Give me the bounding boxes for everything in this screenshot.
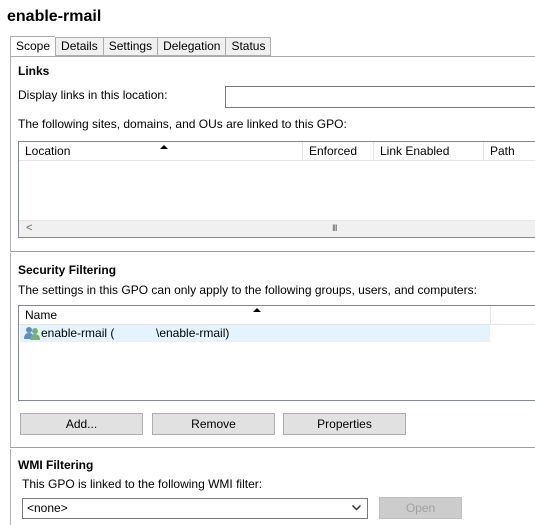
tab-settings[interactable]: Settings xyxy=(102,37,158,56)
column-path[interactable]: Path xyxy=(484,142,535,161)
wmi-filter-select[interactable]: <none> xyxy=(22,498,368,519)
tab-delegation[interactable]: Delegation xyxy=(157,37,226,56)
open-button[interactable]: Open xyxy=(379,497,462,519)
gpo-title: enable-rmail xyxy=(7,8,102,25)
tab-scope[interactable]: Scope xyxy=(10,36,56,57)
links-column-header: Location Enforced Link Enabled Path xyxy=(19,142,535,161)
group-name: enable-rmail ( xyxy=(41,326,115,340)
tab-status[interactable]: Status xyxy=(225,37,272,56)
section-divider-highlight xyxy=(10,448,535,449)
add-button[interactable]: Add... xyxy=(20,413,143,435)
tab-strip: Scope Details Settings Delegation Status xyxy=(10,36,272,57)
security-filtering-heading: Security Filtering xyxy=(18,263,117,277)
sort-arrow-icon xyxy=(160,145,168,149)
chevron-down-icon xyxy=(352,505,361,511)
wmi-filter-value: <none> xyxy=(27,501,68,515)
column-enforced[interactable]: Enforced xyxy=(303,142,374,161)
tab-details[interactable]: Details xyxy=(55,37,103,56)
linked-ous-text: The following sites, domains, and OUs ar… xyxy=(18,117,347,131)
security-filter-list[interactable]: Name enable-rmail ( \enable-rmail) xyxy=(18,305,535,401)
wmi-filtering-heading: WMI Filtering xyxy=(18,458,94,472)
column-enforced-label: Enforced xyxy=(309,144,358,158)
scroll-left-arrow-icon[interactable]: < xyxy=(26,222,32,234)
wmi-filtering-desc: This GPO is linked to the following WMI … xyxy=(22,477,263,491)
column-link-enabled-label: Link Enabled xyxy=(380,144,450,158)
remove-button[interactable]: Remove xyxy=(152,413,275,435)
display-links-input[interactable] xyxy=(225,86,535,108)
column-link-enabled[interactable]: Link Enabled xyxy=(374,142,484,161)
security-filtering-desc: The settings in this GPO can only apply … xyxy=(18,283,477,297)
scroll-grip-icon[interactable]: III xyxy=(332,223,337,233)
sort-arrow-icon xyxy=(253,308,261,312)
links-horizontal-scrollbar[interactable]: < III xyxy=(19,220,535,237)
security-column-header: Name xyxy=(19,306,535,325)
column-location-label: Location xyxy=(25,144,71,158)
table-row[interactable]: enable-rmail ( \enable-rmail) xyxy=(20,325,490,342)
links-heading: Links xyxy=(18,64,50,78)
display-links-label: Display links in this location: xyxy=(18,88,168,102)
column-path-label: Path xyxy=(490,144,515,158)
column-name-label: Name xyxy=(25,308,58,322)
properties-button[interactable]: Properties xyxy=(283,413,406,435)
links-list[interactable]: Location Enforced Link Enabled Path < II… xyxy=(18,141,535,238)
group-icon xyxy=(24,327,40,340)
group-path: \enable-rmail) xyxy=(156,326,230,340)
section-divider-highlight xyxy=(10,252,535,253)
